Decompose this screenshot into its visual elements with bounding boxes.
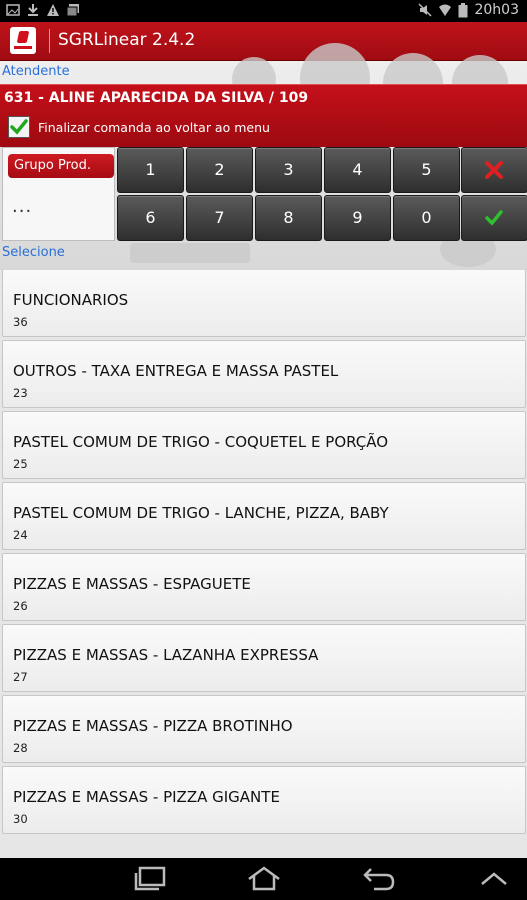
- keypad-key[interactable]: 1: [117, 147, 184, 193]
- gear-decoration-icon: [130, 243, 250, 263]
- list-item[interactable]: PIZZAS E MASSAS - LAZANHA EXPRESSA 27: [2, 624, 526, 692]
- keypad-key[interactable]: 3: [255, 147, 322, 193]
- download-icon: [28, 4, 38, 16]
- action-bar: SGRLinear 2.4.2: [0, 22, 527, 61]
- item-name: OUTROS - TAXA ENTREGA E MASSA PASTEL: [13, 362, 339, 380]
- finalize-checkbox-row[interactable]: Finalizar comanda ao voltar ao menu: [8, 116, 270, 138]
- select-section-label: Selecione: [2, 245, 65, 260]
- chevron-up-icon[interactable]: [480, 872, 508, 886]
- item-name: PIZZAS E MASSAS - PIZZA BROTINHO: [13, 717, 293, 735]
- item-name: PASTEL COMUM DE TRIGO - COQUETEL E PORÇÃ…: [13, 433, 389, 451]
- group-panel: Grupo Prod. ...: [2, 147, 115, 241]
- keypad-key[interactable]: 4: [324, 147, 391, 193]
- keypad-key[interactable]: 5: [393, 147, 460, 193]
- home-icon[interactable]: [246, 866, 282, 892]
- item-name: PASTEL COMUM DE TRIGO - LANCHE, PIZZA, B…: [13, 504, 389, 522]
- close-icon: [485, 161, 503, 179]
- item-name: PIZZAS E MASSAS - PIZZA GIGANTE: [13, 788, 280, 806]
- item-code: 25: [13, 457, 28, 471]
- list-item[interactable]: OUTROS - TAXA ENTREGA E MASSA PASTEL 23: [2, 340, 526, 408]
- keypad-key[interactable]: 8: [255, 195, 322, 241]
- app-title: SGRLinear 2.4.2: [58, 30, 196, 50]
- finalize-checkbox-label: Finalizar comanda ao voltar ao menu: [38, 119, 270, 135]
- image-icon: [6, 4, 20, 16]
- attendant-name: 631 - ALINE APARECIDA DA SILVA / 109: [4, 90, 309, 106]
- item-name: PIZZAS E MASSAS - LAZANHA EXPRESSA: [13, 646, 319, 664]
- list-item[interactable]: PASTEL COMUM DE TRIGO - COQUETEL E PORÇÃ…: [2, 411, 526, 479]
- item-code: 36: [13, 315, 28, 329]
- status-bar: 20h03: [0, 0, 527, 22]
- finalize-checkbox[interactable]: [8, 116, 30, 138]
- list-item[interactable]: FUNCIONARIOS 36: [2, 270, 526, 337]
- confirm-button[interactable]: [461, 195, 527, 241]
- action-bar-divider: [49, 29, 50, 53]
- item-code: 26: [13, 599, 28, 613]
- clear-button[interactable]: [461, 147, 527, 193]
- keypad-key[interactable]: 0: [393, 195, 460, 241]
- attendant-panel: 631 - ALINE APARECIDA DA SILVA / 109 Fin…: [0, 84, 527, 147]
- group-value: ...: [12, 196, 33, 217]
- item-code: 24: [13, 528, 28, 542]
- system-icons: 20h03: [418, 2, 519, 18]
- group-product-button[interactable]: Grupo Prod.: [8, 154, 114, 178]
- product-group-list[interactable]: FUNCIONARIOS 36 OUTROS - TAXA ENTREGA E …: [0, 270, 527, 858]
- list-item[interactable]: PIZZAS E MASSAS - PIZZA GIGANTE 30: [2, 766, 526, 834]
- battery-icon: [458, 2, 468, 17]
- attendant-section-label: Atendente: [2, 64, 70, 79]
- warning-icon: [47, 4, 59, 16]
- list-item[interactable]: PIZZAS E MASSAS - PIZZA BROTINHO 28: [2, 695, 526, 763]
- keypad-key[interactable]: 9: [324, 195, 391, 241]
- item-code: 30: [13, 812, 28, 826]
- keypad-key[interactable]: 7: [186, 195, 253, 241]
- gallery-icon: [66, 4, 79, 17]
- back-icon[interactable]: [362, 866, 396, 892]
- checkmark-icon: [485, 210, 503, 226]
- checkmark-icon: [10, 119, 28, 135]
- status-time: 20h03: [474, 2, 519, 18]
- notification-icons: [6, 3, 80, 17]
- recent-apps-icon[interactable]: [134, 866, 166, 892]
- wifi-icon: [439, 4, 452, 16]
- keypad-key[interactable]: 6: [117, 195, 184, 241]
- item-name: PIZZAS E MASSAS - ESPAGUETE: [13, 575, 251, 593]
- keypad-key[interactable]: 2: [186, 147, 253, 193]
- app-logo-icon[interactable]: [10, 27, 36, 54]
- item-code: 28: [13, 741, 28, 755]
- navigation-bar: [0, 858, 527, 900]
- item-code: 23: [13, 386, 28, 400]
- item-name: FUNCIONARIOS: [13, 291, 129, 309]
- list-item[interactable]: PASTEL COMUM DE TRIGO - LANCHE, PIZZA, B…: [2, 482, 526, 550]
- item-code: 27: [13, 670, 28, 684]
- mute-icon: [418, 3, 433, 17]
- list-item[interactable]: PIZZAS E MASSAS - ESPAGUETE 26: [2, 553, 526, 621]
